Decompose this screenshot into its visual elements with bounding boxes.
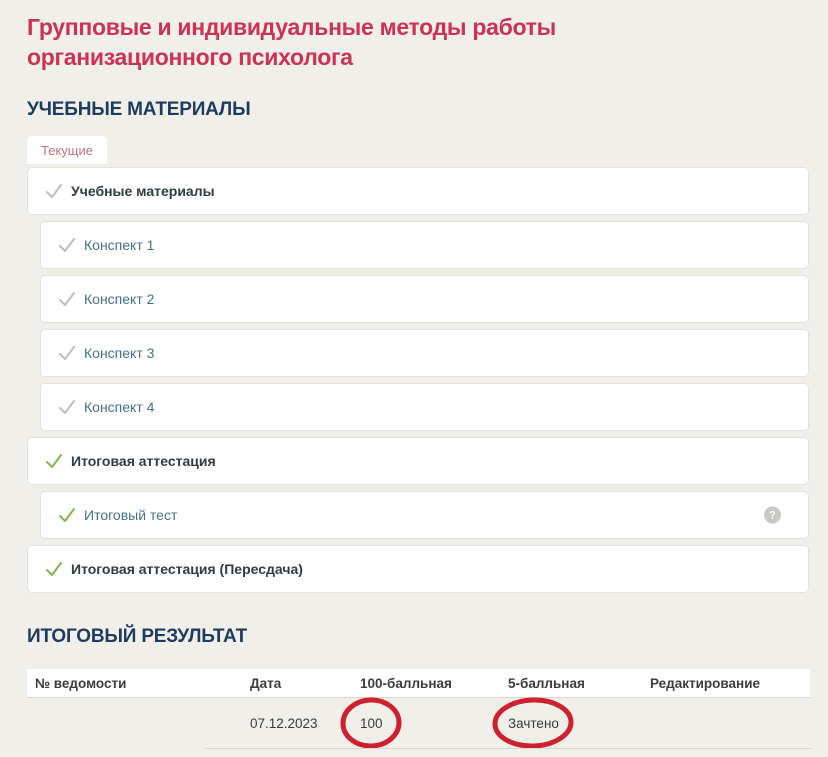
material-item-label: Конспект 3 (84, 345, 155, 361)
checkmark-gray-icon (46, 184, 62, 198)
checkmark-gray-icon (59, 346, 75, 360)
results-heading: ИТОГОВЫЙ РЕЗУЛЬТАТ (27, 626, 248, 647)
cell-value: Зачтено (508, 715, 559, 731)
results-table: № ведомости Дата 100-балльная 5-балльная Ред… (27, 669, 812, 749)
material-item-label: Итоговая аттестация (71, 453, 216, 469)
cell-score5: Зачтено (492, 697, 650, 749)
tab-current[interactable]: Текущие (27, 136, 107, 164)
help-icon[interactable]: ? (764, 506, 781, 524)
material-item-label: Итоговая аттестация (Пересдача) (71, 561, 303, 577)
column-header: Дата (250, 675, 282, 691)
column-header: 100-балльная (360, 675, 452, 691)
checkmark-green-icon (46, 454, 62, 468)
annotation-circle-score5: Зачтено (492, 697, 574, 749)
material-item-label: Итоговый тест (84, 507, 178, 523)
materials-list: Учебные материалы Конспект 1 Конспект 2 Кон… (27, 167, 809, 593)
column-header: Редактирование (650, 675, 761, 691)
results-table-body: 07.12.2023 100 Зачтено (27, 697, 810, 749)
material-item-link[interactable]: Итоговый тест? (40, 491, 809, 539)
material-item-label: Конспект 2 (84, 291, 155, 307)
checkmark-green-icon (46, 562, 62, 576)
checkmark-gray-icon (59, 238, 75, 252)
annotation-circle-score100: 100 (340, 697, 402, 749)
material-item-link[interactable]: Конспект 3 (40, 329, 809, 377)
tab-current-label: Текущие (41, 143, 93, 158)
material-item-label: Конспект 1 (84, 237, 155, 253)
material-item-link[interactable]: Конспект 2 (40, 275, 809, 323)
cell-value: 100 (360, 715, 383, 731)
checkmark-gray-icon (59, 292, 75, 306)
materials-heading: УЧЕБНЫЕ МАТЕРИАЛЫ (27, 99, 251, 120)
row-divider (205, 748, 812, 749)
page-title: Групповые и индивидуальные методы работы… (27, 14, 556, 70)
table-row: 07.12.2023 100 Зачтено (27, 697, 810, 749)
checkmark-green-icon (59, 508, 75, 522)
results-table-header: № ведомости Дата 100-балльная 5-балльная Ред… (27, 669, 810, 698)
cell-score100: 100 (340, 697, 508, 749)
material-item-link[interactable]: Конспект 4 (40, 383, 809, 431)
checkmark-gray-icon (59, 400, 75, 414)
material-item-label: Конспект 4 (84, 399, 155, 415)
material-section-row[interactable]: Итоговая аттестация (27, 437, 809, 485)
cell-date: 07.12.2023 (250, 715, 318, 731)
material-section-row[interactable]: Учебные материалы (27, 167, 809, 215)
column-header: № ведомости (35, 675, 127, 691)
course-page: Групповые и индивидуальные методы работы… (0, 0, 828, 749)
material-item-link[interactable]: Конспект 1 (40, 221, 809, 269)
material-item-label: Учебные материалы (71, 183, 215, 199)
material-section-row[interactable]: Итоговая аттестация (Пересдача) (27, 545, 809, 593)
column-header: 5-балльная (508, 675, 585, 691)
